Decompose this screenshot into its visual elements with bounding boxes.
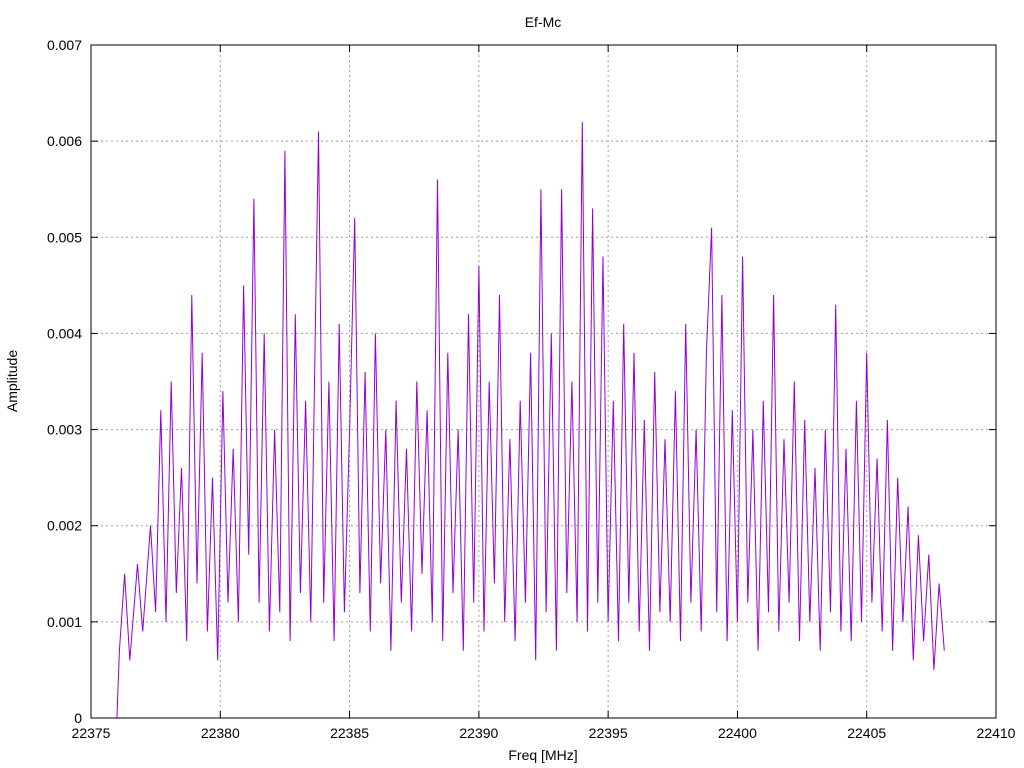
y-tick-label: 0.007 bbox=[47, 37, 82, 53]
x-axis-title: Freq [MHz] bbox=[508, 747, 577, 763]
y-tick-label: 0.004 bbox=[47, 325, 82, 341]
y-axis-title: Amplitude bbox=[4, 350, 20, 412]
x-tick-label: 22380 bbox=[201, 725, 240, 741]
y-tick-label: 0.003 bbox=[47, 422, 82, 438]
y-tick-label: 0.001 bbox=[47, 614, 82, 630]
x-tick-label: 22405 bbox=[847, 725, 886, 741]
chart-background bbox=[0, 0, 1024, 768]
y-tick-label: 0.002 bbox=[47, 518, 82, 534]
x-tick-label: 22410 bbox=[977, 725, 1016, 741]
x-tick-label: 22390 bbox=[459, 725, 498, 741]
y-tick-label: 0.005 bbox=[47, 229, 82, 245]
x-tick-label: 22395 bbox=[589, 725, 628, 741]
y-tick-label: 0 bbox=[74, 710, 82, 726]
x-tick-label: 22400 bbox=[718, 725, 757, 741]
spectrum-chart: 22375 22380 22385 22390 22395 22400 22405 22410… bbox=[0, 0, 1024, 768]
chart-title: Ef-Mc bbox=[525, 14, 562, 30]
y-tick-label: 0.006 bbox=[47, 133, 82, 149]
x-tick-label: 22375 bbox=[72, 725, 111, 741]
x-tick-label: 22385 bbox=[330, 725, 369, 741]
